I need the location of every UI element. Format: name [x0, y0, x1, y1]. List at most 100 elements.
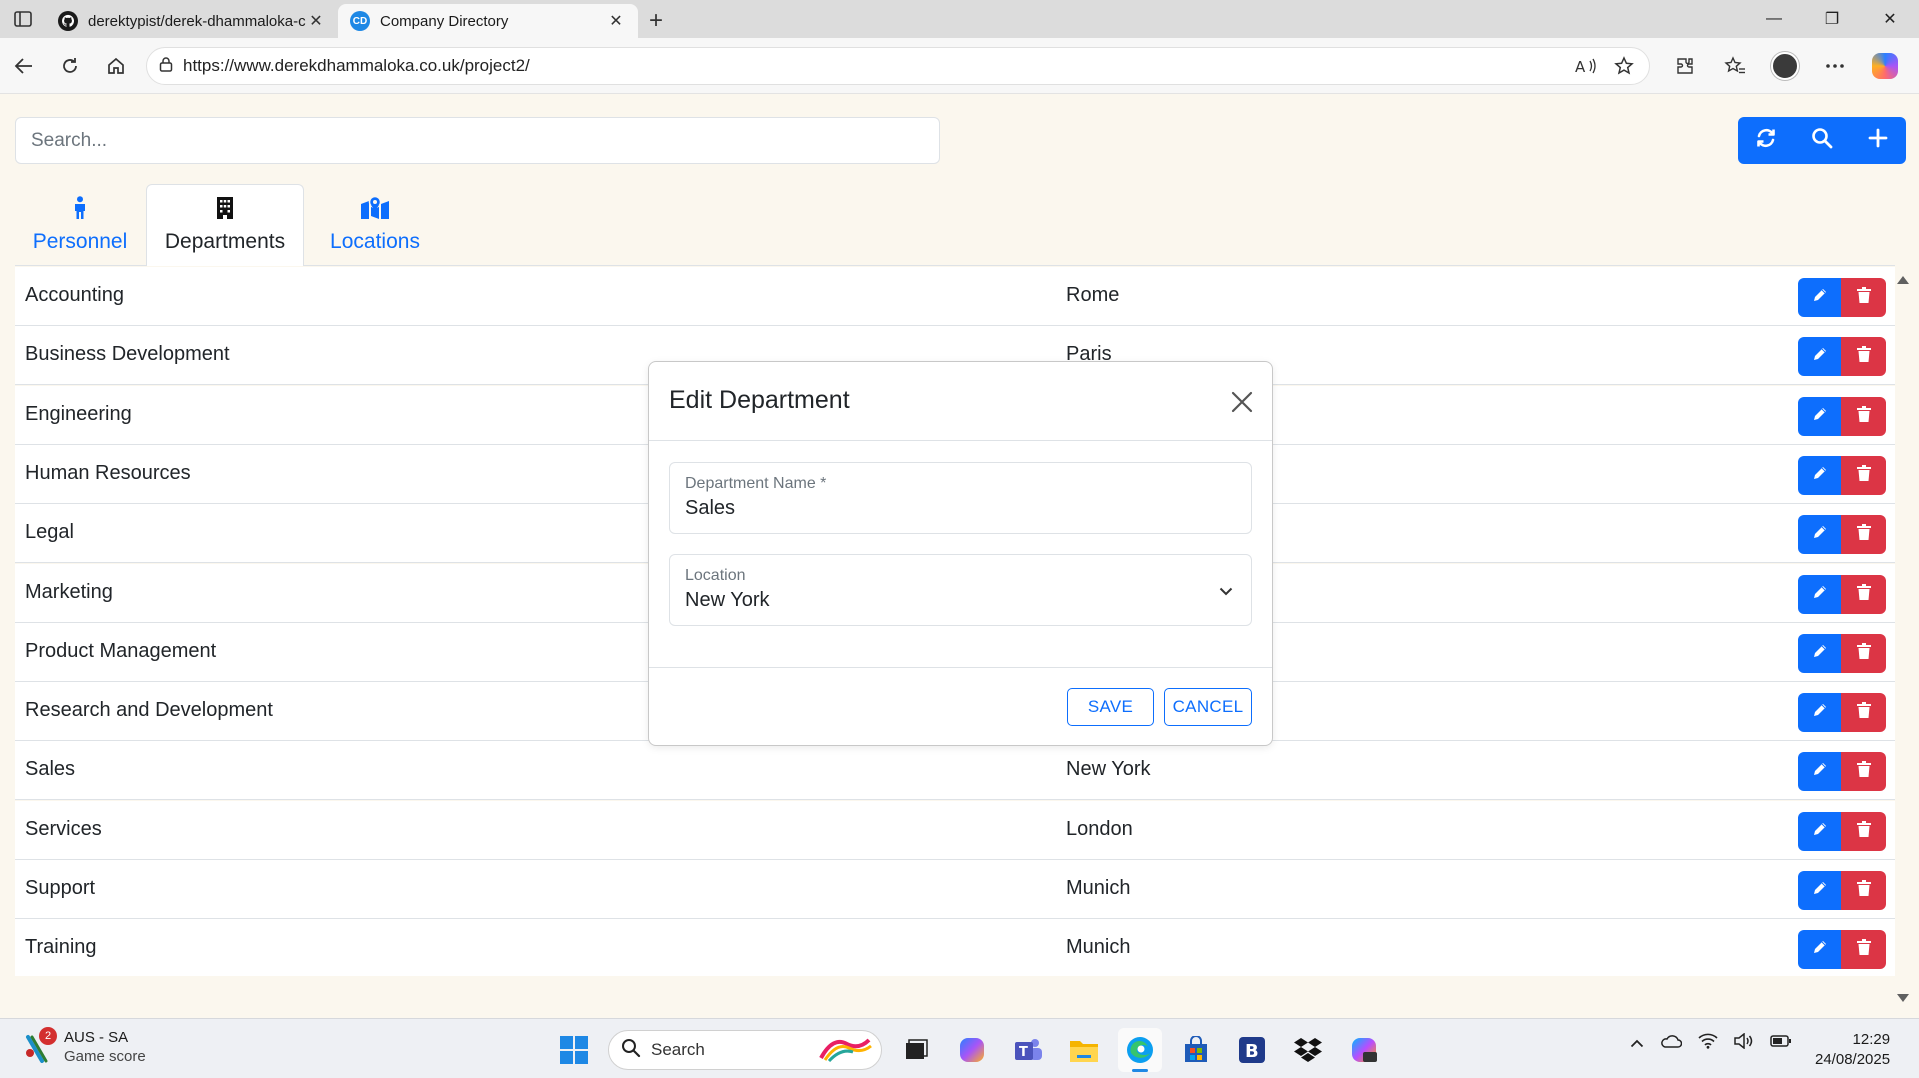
delete-button[interactable]: [1841, 278, 1886, 317]
windows-start-icon[interactable]: [552, 1028, 596, 1072]
delete-button[interactable]: [1841, 871, 1886, 910]
department-location: Munich: [1066, 936, 1131, 959]
svg-text:A: A: [1575, 58, 1586, 75]
table-row: Sales New York: [15, 741, 1895, 801]
minimize-icon[interactable]: —: [1745, 0, 1803, 38]
back-icon[interactable]: [2, 44, 46, 88]
home-icon[interactable]: [94, 44, 138, 88]
onedrive-cloud-icon[interactable]: [1660, 1033, 1683, 1054]
cancel-button[interactable]: CANCEL: [1164, 688, 1252, 726]
refresh-icon: [1755, 127, 1777, 154]
department-name: Human Resources: [25, 461, 191, 484]
delete-button[interactable]: [1841, 811, 1886, 851]
trash-icon: [1856, 287, 1871, 308]
task-view-icon[interactable]: [894, 1028, 938, 1072]
copilot-icon[interactable]: [950, 1028, 994, 1072]
search-button[interactable]: [1794, 117, 1850, 164]
trash-icon: [1856, 761, 1871, 782]
delete-button[interactable]: [1841, 396, 1886, 436]
save-button[interactable]: SAVE: [1067, 688, 1154, 726]
taskbar-search[interactable]: Search: [608, 1030, 882, 1070]
volume-icon[interactable]: [1734, 1032, 1754, 1054]
copilot-icon[interactable]: [1865, 46, 1905, 86]
delete-button[interactable]: [1841, 752, 1886, 792]
refresh-button[interactable]: [1738, 117, 1794, 164]
edit-button[interactable]: [1798, 455, 1841, 495]
tab-close-icon[interactable]: ✕: [606, 11, 626, 31]
battery-icon[interactable]: [1770, 1034, 1792, 1053]
edge-icon[interactable]: [1118, 1028, 1162, 1072]
favorite-star-icon[interactable]: [1609, 51, 1639, 81]
trash-icon: [1856, 405, 1871, 427]
edit-button[interactable]: [1798, 811, 1841, 851]
profile-avatar[interactable]: [1765, 46, 1805, 86]
dropbox-icon[interactable]: [1286, 1028, 1330, 1072]
edit-button[interactable]: [1798, 278, 1841, 317]
department-name-field[interactable]: Department Name * Sales: [669, 462, 1252, 534]
read-aloud-icon[interactable]: A: [1571, 51, 1601, 81]
scroll-down-icon[interactable]: [1897, 994, 1909, 1002]
tab-departments[interactable]: Departments: [146, 184, 304, 267]
delete-button[interactable]: [1841, 455, 1886, 495]
pencil-icon: [1812, 643, 1828, 664]
edit-button[interactable]: [1798, 633, 1841, 673]
more-options-icon[interactable]: [1815, 46, 1855, 86]
scrollbar[interactable]: [1895, 266, 1909, 1011]
search-icon: [1811, 127, 1833, 154]
clock-time: 12:29: [1852, 1031, 1891, 1048]
microsoft-store-icon[interactable]: [1174, 1028, 1218, 1072]
edit-button[interactable]: [1798, 337, 1841, 377]
tab-title: derektypist/derek-dhammaloka-c: [88, 12, 306, 30]
delete-button[interactable]: [1841, 693, 1886, 733]
taskbar-apps: Search T B: [552, 1028, 1386, 1072]
browser-tab-company-directory[interactable]: CD Company Directory ✕: [338, 4, 638, 38]
edit-button[interactable]: [1798, 574, 1841, 614]
tab-label: Departments: [164, 230, 286, 253]
edit-button[interactable]: [1798, 871, 1841, 910]
modal-header: Edit Department: [649, 362, 1272, 441]
edit-button[interactable]: [1798, 515, 1841, 555]
address-bar[interactable]: https://www.derekdhammaloka.co.uk/projec…: [146, 47, 1650, 85]
browser-tab-bar: derektypist/derek-dhammaloka-c ✕ CD Comp…: [0, 0, 1919, 38]
tab-locations[interactable]: Locations: [306, 184, 444, 266]
reload-icon[interactable]: [48, 44, 92, 88]
widgets-button[interactable]: 2 AUS - SA Game score: [22, 1027, 146, 1066]
search-input[interactable]: [15, 117, 940, 164]
location-select[interactable]: Location New York: [669, 554, 1252, 626]
trash-icon: [1856, 524, 1871, 545]
lock-icon[interactable]: [159, 56, 173, 77]
delete-button[interactable]: [1841, 337, 1886, 377]
wifi-icon[interactable]: [1698, 1033, 1718, 1054]
file-explorer-icon[interactable]: [1062, 1028, 1106, 1072]
trash-icon: [1856, 346, 1871, 367]
browser-tab-github[interactable]: derektypist/derek-dhammaloka-c ✕: [46, 4, 338, 38]
tab-actions-icon[interactable]: [0, 0, 46, 38]
delete-button[interactable]: [1841, 930, 1886, 970]
edit-button[interactable]: [1798, 693, 1841, 733]
b-app-icon[interactable]: B: [1230, 1028, 1274, 1072]
delete-button[interactable]: [1841, 574, 1886, 614]
extensions-icon[interactable]: [1665, 46, 1705, 86]
edit-button[interactable]: [1798, 930, 1841, 970]
teams-icon[interactable]: T: [1006, 1028, 1050, 1072]
close-icon[interactable]: [1229, 389, 1255, 415]
window-controls: — ❐ ✕: [1745, 0, 1919, 38]
department-name: Accounting: [25, 284, 124, 306]
tab-close-icon[interactable]: ✕: [306, 11, 326, 31]
maximize-icon[interactable]: ❐: [1803, 0, 1861, 38]
edit-button[interactable]: [1798, 752, 1841, 792]
edit-button[interactable]: [1798, 396, 1841, 436]
scroll-up-icon[interactable]: [1897, 276, 1909, 284]
taskbar-search-label: Search: [651, 1040, 705, 1059]
system-clock[interactable]: 12:29 24/08/2025: [1815, 1030, 1890, 1070]
add-button[interactable]: [1850, 117, 1906, 164]
chevron-up-icon[interactable]: [1630, 1035, 1644, 1053]
favorites-icon[interactable]: [1715, 46, 1755, 86]
delete-button[interactable]: [1841, 515, 1886, 555]
new-tab-icon[interactable]: +: [638, 4, 674, 38]
m365-copilot-icon[interactable]: [1342, 1028, 1386, 1072]
window-close-icon[interactable]: ✕: [1861, 0, 1919, 38]
tab-personnel[interactable]: Personnel: [15, 184, 145, 266]
delete-button[interactable]: [1841, 633, 1886, 673]
modal-footer: SAVE CANCEL: [649, 667, 1272, 746]
